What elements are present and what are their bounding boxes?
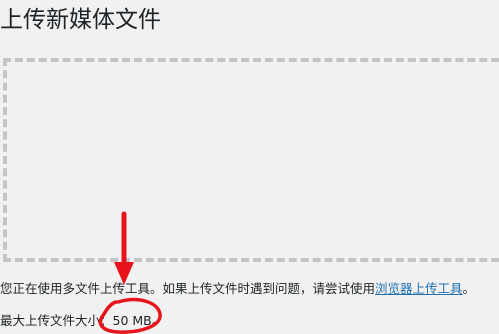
file-drop-area[interactable] — [3, 58, 499, 262]
uploader-info-prefix: 您正在使用多文件上传工具。如果上传文件时遇到问题，请尝试使用 — [0, 281, 376, 296]
max-upload-size-text: 最大上传文件大小：50 MB。 — [0, 311, 164, 331]
max-size-label: 最大上传文件大小： — [0, 313, 113, 328]
uploader-info-suffix: 。 — [462, 281, 476, 296]
max-size-value: 50 MB — [112, 313, 152, 328]
uploader-info-text: 您正在使用多文件上传工具。如果上传文件时遇到问题，请尝试使用浏览器上传工具。 — [0, 279, 475, 299]
max-size-suffix: 。 — [151, 313, 165, 328]
browser-uploader-link[interactable]: 浏览器上传工具 — [375, 281, 463, 296]
page-title: 上传新媒体文件 — [0, 7, 161, 33]
